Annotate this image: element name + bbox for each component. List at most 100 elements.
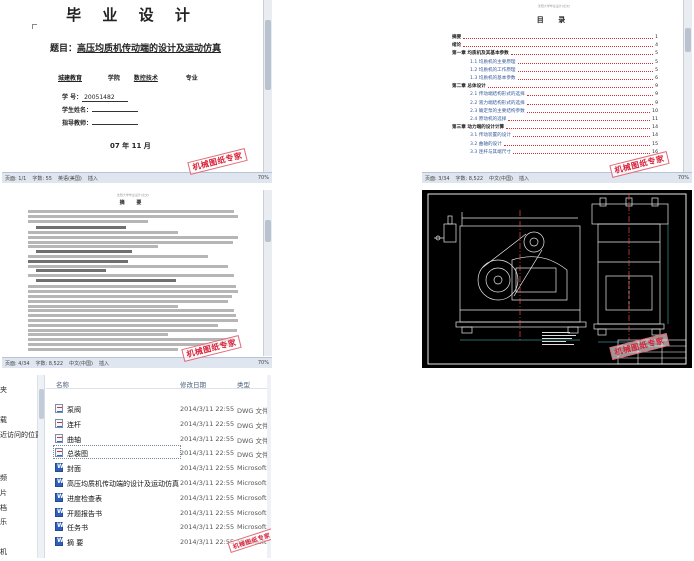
file-row[interactable]: 曲轴 2014/3/11 22:55 DWG 文件 xyxy=(46,431,271,446)
status-words[interactable]: 字数: 55 xyxy=(32,175,52,182)
status-language[interactable]: 中文(中国) xyxy=(69,360,93,367)
field-value xyxy=(92,124,139,125)
toc-entry-label: 1.1 均质机的主要原理 xyxy=(470,59,516,65)
toc-entry[interactable]: 摘要 1 xyxy=(452,33,658,40)
status-words[interactable]: 字数: 8,522 xyxy=(36,360,64,367)
toc-leader xyxy=(463,46,654,48)
toc-entry-label: 摘要 xyxy=(452,35,462,40)
text-line xyxy=(28,240,233,244)
file-row[interactable]: 高压均质机传动端的设计及运动仿真2014/3/11 22:55Microsoft… xyxy=(46,475,271,490)
status-page[interactable]: 页面: 4/34 xyxy=(5,360,30,367)
status-language[interactable]: 英语(美国) xyxy=(58,175,82,182)
file-name: 开题报告书 xyxy=(67,509,102,518)
text-line xyxy=(36,226,126,230)
toc-entry-label: 3.3 连杆与其端尺寸 xyxy=(470,149,511,155)
toc-leader xyxy=(508,120,651,121)
nav-item-pictures[interactable]: 片 xyxy=(0,488,7,498)
text-line xyxy=(28,323,218,327)
file-date: 2014/3/11 22:55 xyxy=(180,523,235,532)
status-mode[interactable]: 插入 xyxy=(99,360,109,367)
status-zoom[interactable]: 70% xyxy=(678,175,689,181)
toc-entry[interactable]: 3.1 传动装置的设计 14 xyxy=(470,131,658,138)
text-line xyxy=(36,269,106,273)
status-page[interactable]: 页面: 1/1 xyxy=(5,175,26,182)
file-row[interactable]: 总装图 2014/3/11 22:55 DWG 文件 xyxy=(46,445,271,461)
nav-item-computer[interactable]: 机 xyxy=(0,547,7,557)
text-line xyxy=(28,309,234,313)
nav-item-favorites[interactable]: 夹 xyxy=(0,385,7,395)
file-row[interactable]: 开题报告书 2014/3/11 22:55Microsoft W xyxy=(46,505,271,520)
page-header: 沈阳大学毕业设计(论文) xyxy=(116,193,150,197)
status-bar: 页面: 1/1 字数: 55 英语(美国) 插入 70% xyxy=(2,172,272,183)
vertical-scrollbar[interactable] xyxy=(263,190,272,356)
toc-entry-page: 5 xyxy=(655,51,658,57)
toc-entry[interactable]: 1.2 均质机的工作原理 5 xyxy=(470,66,658,73)
file-type: Microsoft W xyxy=(237,508,271,517)
word-file-icon xyxy=(55,537,64,547)
file-row[interactable]: 连杆 2014/3/11 22:55 DWG 文件 xyxy=(46,416,271,431)
abstract-title: 摘 要 xyxy=(119,200,147,206)
status-page[interactable]: 页面: 3/34 xyxy=(425,175,450,182)
status-words[interactable]: 字数: 8,522 xyxy=(456,175,484,182)
cover-document-window: 毕 业 设 计 题目：高压均质机传动端的设计及运动仿真 城建教育 学院 数控技术… xyxy=(2,0,272,183)
column-type[interactable]: 类型 xyxy=(237,379,250,389)
status-zoom[interactable]: 70% xyxy=(258,360,269,366)
field-label: 指导教师： xyxy=(62,120,93,127)
toc-entry[interactable]: 第一章 均质机及其基本参数 5 xyxy=(452,49,658,56)
toc-entry[interactable]: 第二章 总体设计 9 xyxy=(452,82,658,89)
toc-entry[interactable]: 2.4 原动机的选择 11 xyxy=(470,115,658,122)
status-mode[interactable]: 插入 xyxy=(519,175,529,182)
toc-leader xyxy=(487,87,654,89)
toc-entry[interactable]: 绪论 4 xyxy=(452,41,658,48)
file-name: 总装图 xyxy=(67,450,88,459)
file-date: 2014/3/11 22:55 xyxy=(180,434,235,443)
toc-entry[interactable]: 1.1 均质机的主要原理 5 xyxy=(470,58,658,65)
vertical-scrollbar[interactable] xyxy=(263,0,272,172)
file-row[interactable]: 任务书2014/3/11 22:55Microsoft W xyxy=(46,519,271,534)
dwg-file-icon xyxy=(55,448,63,458)
nav-scrollbar[interactable] xyxy=(38,375,45,558)
scroll-thumb[interactable] xyxy=(265,220,271,242)
toc-leader xyxy=(503,144,651,146)
toc-entry-page: 11 xyxy=(652,117,658,122)
toc-entry[interactable]: 2.1 传动端结构形式的选择 9 xyxy=(470,90,658,97)
status-zoom[interactable]: 70% xyxy=(258,175,269,181)
toc-entry[interactable]: 3.2 曲轴的设计 15 xyxy=(470,140,658,147)
scroll-thumb[interactable] xyxy=(265,20,271,90)
file-row[interactable]: 进度检查表 2014/3/11 22:55Microsoft W xyxy=(46,490,271,505)
toc-page: 沈阳大学毕业设计(论文) 目 录 摘要 1 绪论 4 第一章 均质机及其基本参数 5 1.1… xyxy=(422,0,686,172)
toc-leader xyxy=(526,103,654,105)
dept-name: 城建教育 xyxy=(58,75,83,82)
toc-entry[interactable]: 2.2 液力端结构形式的选择 9 xyxy=(470,99,658,106)
text-line xyxy=(28,319,238,322)
cover-title: 毕 业 设 计 xyxy=(66,6,198,24)
file-row[interactable]: 泵阀 2014/3/11 22:55 DWG 文件 xyxy=(46,401,271,416)
nav-item-recent-places[interactable]: 近访问的位置 xyxy=(0,430,42,440)
column-name[interactable]: 名称 xyxy=(56,379,69,389)
file-name: 泵阀 xyxy=(67,406,81,414)
column-date[interactable]: 修改日期 xyxy=(180,379,206,389)
toc-entry[interactable]: 3.3 连杆与其端尺寸 16 xyxy=(470,148,658,155)
file-type: Microsoft W xyxy=(237,479,271,487)
toc-entry-page: 9 xyxy=(655,84,658,90)
status-language[interactable]: 中文(中国) xyxy=(489,175,513,182)
file-row[interactable]: 封面 2014/3/11 22:55Microsoft W xyxy=(46,460,271,475)
status-mode[interactable]: 插入 xyxy=(88,175,98,182)
nav-item-documents[interactable]: 档 xyxy=(0,503,7,513)
cad-drawing-view[interactable]: 机械图纸专家 xyxy=(422,190,692,368)
toc-entry[interactable]: 1.3 均质机的基本参数 6 xyxy=(470,74,658,81)
file-date: 2014/3/11 22:55 xyxy=(180,419,235,428)
nav-item-downloads[interactable]: 载 xyxy=(0,415,7,425)
status-bar: 页面: 3/34 字数: 8,522 中文(中国) 插入 70% xyxy=(422,172,692,183)
vertical-scrollbar[interactable] xyxy=(683,0,692,172)
nav-item-videos[interactable]: 频 xyxy=(0,473,7,483)
scroll-thumb[interactable] xyxy=(39,389,44,419)
field-value xyxy=(92,111,139,112)
file-date: 2014/3/11 22:55 xyxy=(180,538,235,547)
toc-entry[interactable]: 2.3 确定泵的主要结构参数 10 xyxy=(470,107,658,114)
toc-entry[interactable]: 第三章 动力端的设计计算 14 xyxy=(452,123,658,130)
nav-item-music[interactable]: 乐 xyxy=(0,517,7,527)
cover-date: 07 年 11 月 xyxy=(110,142,151,150)
toc-entry-label: 第二章 总体设计 xyxy=(452,84,486,90)
scroll-thumb[interactable] xyxy=(685,28,691,52)
